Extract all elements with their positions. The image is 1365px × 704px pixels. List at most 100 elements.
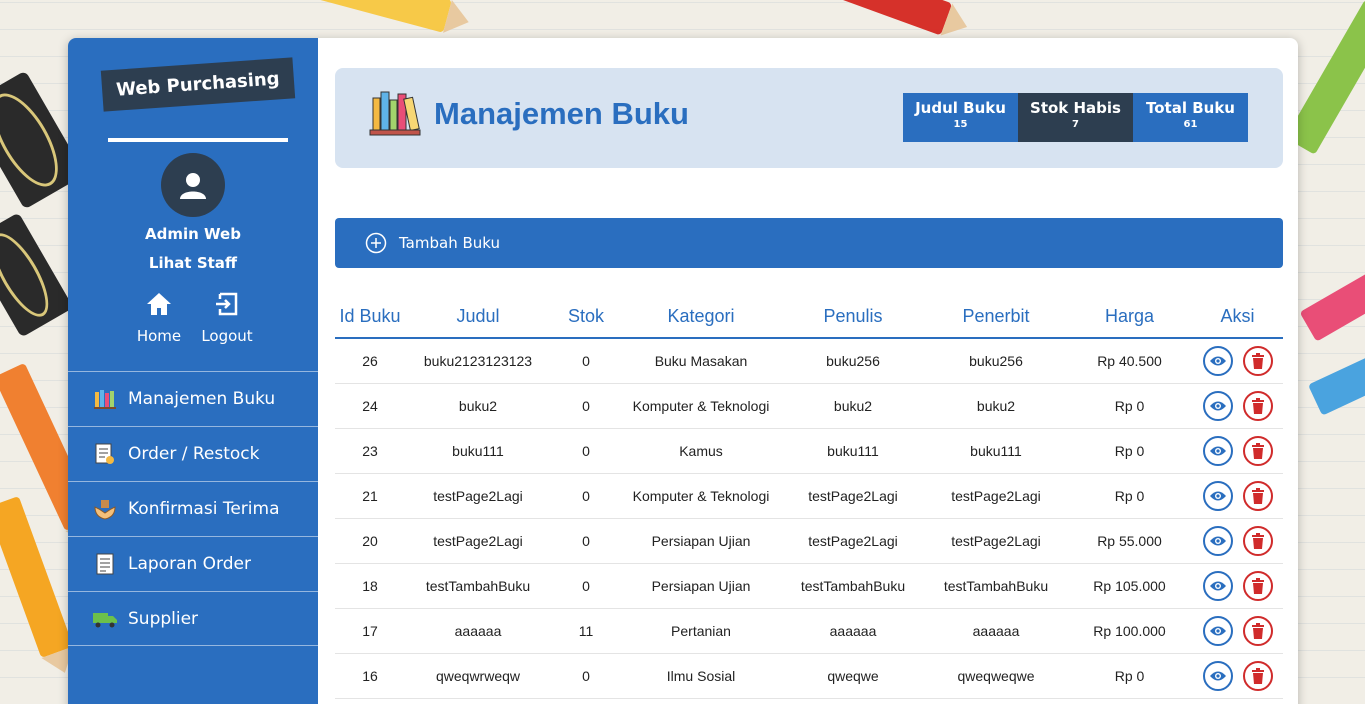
sidebar: Web Purchasing Admin Web Lihat Staff Hom…: [68, 38, 318, 704]
action-cell: [1192, 428, 1283, 474]
table-cell: 16: [335, 653, 405, 699]
table-cell: Buku Masakan: [621, 338, 781, 384]
stat-total-buku: Total Buku 61: [1133, 93, 1248, 142]
table-cell: buku2: [405, 383, 551, 429]
brand-logo: Web Purchasing: [100, 57, 295, 112]
hand-box-icon: [92, 496, 118, 522]
table-cell: 11: [551, 608, 621, 654]
table-cell: testPage2Lagi: [925, 518, 1067, 564]
action-cell: [1192, 608, 1283, 654]
main-content: Manajemen Buku Judul Buku 15 Stok Habis …: [318, 38, 1298, 704]
table-cell: buku256: [781, 338, 925, 384]
page-title: Manajemen Buku: [434, 96, 689, 131]
table-cell: 0: [551, 518, 621, 564]
stat-label: Stok Habis: [1030, 99, 1121, 117]
delete-button[interactable]: [1242, 660, 1273, 691]
pencil-decoration: [1299, 252, 1365, 342]
delete-button[interactable]: [1242, 390, 1273, 421]
table-row: 26 buku2123123123 0 Buku Masakan buku256 buku…: [335, 338, 1283, 384]
view-button[interactable]: [1202, 570, 1233, 601]
view-button[interactable]: [1202, 525, 1233, 556]
view-button[interactable]: [1202, 345, 1233, 376]
action-group: [1192, 480, 1283, 511]
delete-button[interactable]: [1242, 615, 1273, 646]
app-window: Web Purchasing Admin Web Lihat Staff Hom…: [68, 38, 1298, 704]
trash-icon: [1251, 622, 1264, 639]
add-book-button[interactable]: Tambah Buku: [335, 218, 1283, 268]
table-cell: aaaaaa: [925, 608, 1067, 654]
delete-button[interactable]: [1242, 525, 1273, 556]
table-cell: testTambahBuku: [405, 563, 551, 609]
delete-button[interactable]: [1242, 570, 1273, 601]
view-button[interactable]: [1202, 435, 1233, 466]
home-button[interactable]: Home: [124, 291, 194, 345]
sidebar-item-manajemen-buku[interactable]: Manajemen Buku: [68, 371, 318, 426]
sidebar-item-label: Supplier: [128, 608, 199, 629]
table-cell: 18: [335, 563, 405, 609]
delete-button[interactable]: [1242, 435, 1273, 466]
eye-icon: [1209, 671, 1226, 680]
table-cell: Komputer & Teknologi: [621, 383, 781, 429]
sidebar-item-laporan-order[interactable]: Laporan Order: [68, 536, 318, 591]
action-group: [1192, 615, 1283, 646]
user-role-link[interactable]: Lihat Staff: [68, 254, 318, 272]
eye-icon: [1209, 491, 1226, 500]
action-cell: [1192, 473, 1283, 519]
trash-icon: [1251, 667, 1264, 684]
view-button[interactable]: [1202, 480, 1233, 511]
stat-value: 7: [1072, 119, 1079, 130]
stat-stok-habis: Stok Habis 7: [1018, 93, 1133, 142]
pencil-decoration: [1307, 338, 1365, 416]
eye-icon: [1209, 536, 1226, 545]
plus-circle-icon: [365, 232, 387, 254]
trash-icon: [1251, 532, 1264, 549]
table-cell: Persiapan Ujian: [621, 563, 781, 609]
stats-group: Judul Buku 15 Stok Habis 7 Total Buku 61: [903, 93, 1248, 142]
books-icon: [369, 86, 421, 142]
trash-icon: [1251, 577, 1264, 594]
books-table: Id Buku Judul Stok Kategori Penulis Pene…: [335, 296, 1283, 699]
table-cell: qweqwrweqw: [405, 653, 551, 699]
table-cell: Rp 55.000: [1067, 518, 1192, 564]
view-button[interactable]: [1202, 660, 1233, 691]
table-cell: testPage2Lagi: [405, 473, 551, 519]
sidebar-item-order-restock[interactable]: Order / Restock: [68, 426, 318, 481]
table-cell: buku2: [925, 383, 1067, 429]
table-cell: 21: [335, 473, 405, 519]
stat-value: 61: [1183, 119, 1198, 130]
order-list-icon: [92, 441, 118, 467]
view-button[interactable]: [1202, 390, 1233, 421]
column-header: Judul: [405, 296, 551, 339]
table-cell: 24: [335, 383, 405, 429]
table-cell: 17: [335, 608, 405, 654]
table-cell: testTambahBuku: [925, 563, 1067, 609]
table-cell: buku111: [405, 428, 551, 474]
table-body: 26 buku2123123123 0 Buku Masakan buku256 buku…: [335, 338, 1283, 699]
trash-icon: [1251, 397, 1264, 414]
table-cell: Rp 105.000: [1067, 563, 1192, 609]
table-cell: Rp 0: [1067, 473, 1192, 519]
table-cell: buku111: [781, 428, 925, 474]
table-cell: 0: [551, 473, 621, 519]
sidebar-item-supplier[interactable]: Supplier: [68, 591, 318, 646]
table-cell: 26: [335, 338, 405, 384]
action-cell: [1192, 518, 1283, 564]
table-cell: testPage2Lagi: [405, 518, 551, 564]
sidebar-item-konfirmasi-terima[interactable]: Konfirmasi Terima: [68, 481, 318, 536]
logout-button[interactable]: Logout: [192, 291, 262, 345]
table-cell: Rp 0: [1067, 653, 1192, 699]
delete-button[interactable]: [1242, 480, 1273, 511]
report-icon: [92, 551, 118, 577]
table-cell: testPage2Lagi: [781, 518, 925, 564]
table-cell: Rp 0: [1067, 428, 1192, 474]
delete-button[interactable]: [1242, 345, 1273, 376]
table-cell: 23: [335, 428, 405, 474]
trash-icon: [1251, 352, 1264, 369]
column-header: Kategori: [621, 296, 781, 339]
sidebar-nav: Manajemen Buku Order / Restock Konfirmas…: [68, 371, 318, 646]
table-row: 18 testTambahBuku 0 Persiapan Ujian testTamb…: [335, 563, 1283, 609]
table-cell: buku111: [925, 428, 1067, 474]
home-icon: [147, 293, 171, 315]
truck-icon: [92, 606, 118, 632]
view-button[interactable]: [1202, 615, 1233, 646]
